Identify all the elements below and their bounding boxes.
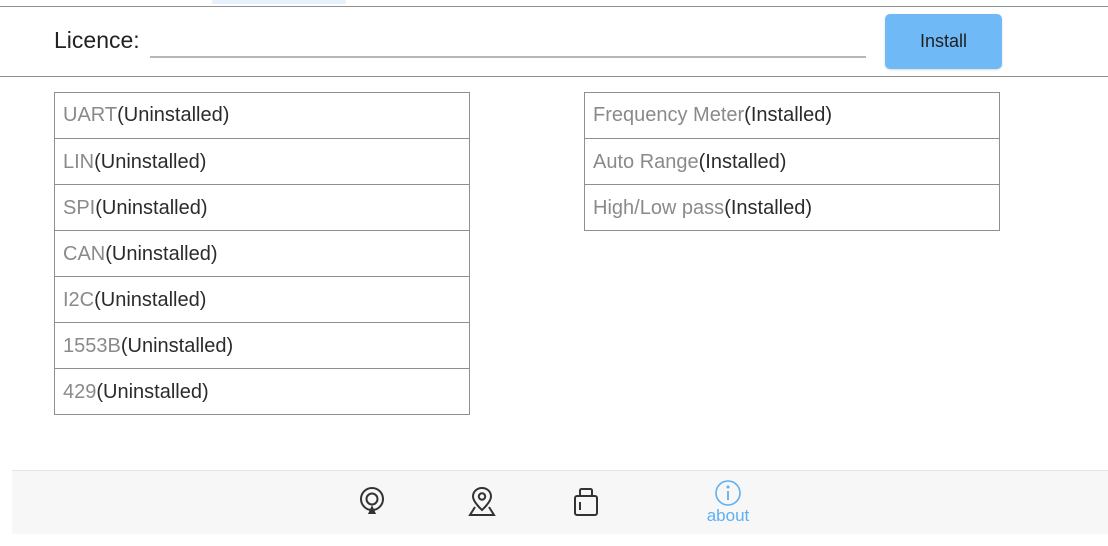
- module-name: I2C: [63, 289, 95, 311]
- module-item-429: 429(Uninstalled): [55, 368, 469, 414]
- info-icon: [715, 480, 741, 506]
- module-name: High/Low pass: [593, 197, 725, 219]
- module-item-i2c: I2C(Uninstalled): [55, 276, 469, 322]
- top-divider: [0, 6, 1108, 7]
- licence-input[interactable]: [150, 24, 866, 58]
- bottom-navigation-bar: about: [12, 470, 1108, 534]
- install-button[interactable]: Install: [885, 14, 1002, 69]
- module-status: (Uninstalled): [94, 289, 207, 311]
- module-item-auto-range: Auto Range(Installed): [585, 138, 999, 184]
- radar-pin-icon: [360, 487, 384, 514]
- nav-item-about[interactable]: about: [696, 479, 760, 539]
- module-item-can: CAN(Uninstalled): [55, 230, 469, 276]
- module-status: (Uninstalled): [96, 381, 209, 403]
- module-status: (Installed): [698, 151, 787, 173]
- module-name: CAN: [63, 243, 106, 265]
- module-status: (Uninstalled): [117, 104, 230, 126]
- location-pin-icon: [468, 486, 496, 516]
- nav-label-about: about: [706, 506, 750, 525]
- chip-icon: [574, 488, 598, 516]
- module-item-high-low-pass: High/Low pass(Installed): [585, 184, 999, 230]
- module-name: UART: [63, 104, 118, 126]
- module-status: (Uninstalled): [94, 151, 207, 173]
- header-divider: [0, 76, 1108, 77]
- module-status: (Installed): [744, 104, 832, 126]
- module-name: 429: [63, 381, 97, 403]
- module-item-uart: UART(Uninstalled): [55, 93, 469, 138]
- measurement-module-list: Frequency Meter(Installed) Auto Range(In…: [584, 92, 1000, 231]
- module-item-lin: LIN(Uninstalled): [55, 138, 469, 184]
- nav-item-chip[interactable]: [564, 486, 608, 546]
- module-status: (Uninstalled): [95, 197, 208, 219]
- protocol-module-list: UART(Uninstalled) LIN(Uninstalled) SPI(U…: [54, 92, 470, 415]
- module-name: LIN: [63, 151, 95, 173]
- top-tab-indicator: [212, 0, 346, 4]
- nav-item-location[interactable]: [460, 485, 504, 545]
- module-item-spi: SPI(Uninstalled): [55, 184, 469, 230]
- module-status: (Uninstalled): [105, 243, 218, 265]
- module-status: (Uninstalled): [120, 335, 234, 357]
- nav-item-radar[interactable]: [350, 486, 394, 546]
- module-name: SPI: [63, 197, 96, 219]
- module-name: Frequency Meter: [593, 104, 745, 126]
- module-name: 1553B: [63, 335, 121, 357]
- module-item-frequency-meter: Frequency Meter(Installed): [585, 93, 999, 138]
- module-name: Auto Range: [593, 151, 699, 173]
- module-status: (Installed): [724, 197, 812, 219]
- module-item-1553b: 1553B(Uninstalled): [55, 322, 469, 368]
- licence-label: Licence:: [54, 27, 140, 53]
